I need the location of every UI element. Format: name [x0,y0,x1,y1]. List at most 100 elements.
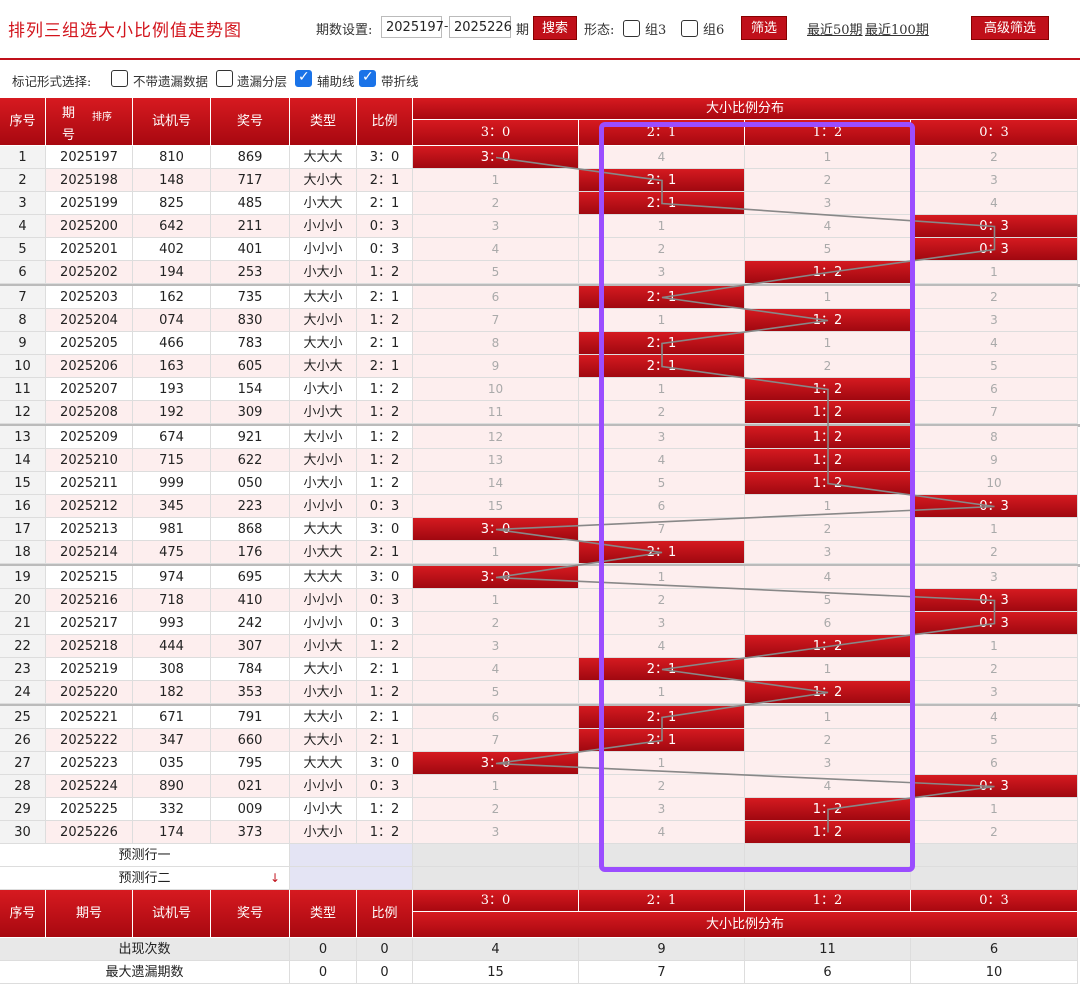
period-to-input[interactable]: 2025226 [449,16,512,38]
aux-line-checkbox[interactable] [295,69,312,87]
recent100-link[interactable]: 最近100期 [865,19,929,38]
miss-count-cell: 1 [911,518,1078,541]
footer-test: 试机号 [133,890,211,938]
row-period: 2025219 [46,658,133,681]
header-dist-title: 大小比例分布 [413,98,1078,120]
row-period: 2025220 [46,681,133,704]
no-miss-checkbox[interactable] [111,70,128,87]
row-seq: 5 [0,238,46,261]
row-ratio: 2：1 [357,706,413,729]
row-test: 194 [133,261,211,284]
row-period: 2025205 [46,332,133,355]
row-seq: 14 [0,449,46,472]
row-type: 大大大 [290,566,357,589]
miss-count-cell: 1 [745,146,911,169]
stats-appear-value: 6 [911,938,1078,961]
miss-layer-checkbox[interactable] [216,70,233,87]
filter-button[interactable]: 筛选 [741,16,787,40]
header-period[interactable]: 期号 排序 [46,98,133,146]
predict-row-2-cell[interactable] [911,867,1078,890]
footer-dist-title: 大小比例分布 [413,912,1078,938]
miss-count-cell: 7 [413,309,579,332]
header-period-label-b: 号 [62,128,76,143]
row-period: 2025209 [46,426,133,449]
ratio-hit-cell: 2：1 [579,729,745,752]
predict-row-2-cell[interactable] [413,867,579,890]
predict-row-2-cell[interactable] [745,867,911,890]
ratio-hit-cell: 0：3 [911,612,1078,635]
row-ratio: 0：3 [357,589,413,612]
row-test: 974 [133,566,211,589]
row-type: 大小大 [290,169,357,192]
polyline-checkbox[interactable] [359,69,376,87]
row-ratio: 2：1 [357,658,413,681]
row-type: 小小小 [290,775,357,798]
miss-count-cell: 1 [745,286,911,309]
miss-count-cell: 4 [745,215,911,238]
row-ratio: 3：0 [357,146,413,169]
ratio-hit-cell: 1：2 [745,309,911,332]
group3-label: 组3 [645,23,667,38]
row-test: 674 [133,426,211,449]
miss-count-cell: 4 [413,238,579,261]
predict-row-1-cell[interactable] [413,844,579,867]
advanced-filter-button[interactable]: 高级筛选 [971,16,1049,40]
page-title: 排列三组选大小比例值走势图 [8,21,242,41]
recent50-link[interactable]: 最近50期 [807,19,863,38]
row-period: 2025208 [46,401,133,424]
row-ratio: 2：1 [357,169,413,192]
predict-row-1-cell[interactable] [911,844,1078,867]
aux-line-label: 辅助线 [317,74,355,89]
miss-count-cell: 2 [579,775,745,798]
row-type: 大大小 [290,729,357,752]
miss-count-cell: 3 [745,192,911,215]
miss-layer-label: 遗漏分层 [237,74,288,89]
row-test: 347 [133,729,211,752]
row-period: 2025211 [46,472,133,495]
miss-count-cell: 3 [579,798,745,821]
sort-icon[interactable]: 排序 [92,108,112,123]
ratio-hit-cell: 3：0 [413,752,579,775]
predict-row-1-cell[interactable] [745,844,911,867]
ratio-hit-cell: 1：2 [745,401,911,424]
miss-count-cell: 3 [579,426,745,449]
miss-count-cell: 2 [745,169,911,192]
row-period: 2025200 [46,215,133,238]
period-from-input[interactable]: 2025197 [381,16,444,38]
group3-checkbox[interactable] [623,20,640,37]
row-type: 大小大 [290,355,357,378]
predict-row-1-cell[interactable] [579,844,745,867]
miss-count-cell: 4 [579,146,745,169]
miss-count-cell: 3 [579,612,745,635]
miss-count-cell: 1 [579,566,745,589]
predict-row-2-input[interactable] [290,867,413,890]
miss-count-cell: 1 [413,775,579,798]
miss-count-cell: 8 [911,426,1078,449]
search-button[interactable]: 搜索 [533,16,577,40]
row-test: 642 [133,215,211,238]
miss-count-cell: 1 [413,589,579,612]
row-test: 715 [133,449,211,472]
row-prize: 868 [211,518,290,541]
row-seq: 30 [0,821,46,844]
predict-row-1-input[interactable] [290,844,413,867]
miss-count-cell: 1 [413,169,579,192]
row-seq: 1 [0,146,46,169]
row-prize: 791 [211,706,290,729]
miss-count-cell: 6 [911,752,1078,775]
row-period: 2025225 [46,798,133,821]
predict-row-2-cell[interactable] [579,867,745,890]
row-ratio: 1：2 [357,449,413,472]
row-period: 2025221 [46,706,133,729]
miss-count-cell: 6 [413,706,579,729]
footer-ratio: 比例 [357,890,413,938]
row-type: 大大大 [290,752,357,775]
row-prize: 401 [211,238,290,261]
predict-row-2-label: 预测行二 ↓ [0,867,290,890]
miss-count-cell: 2 [579,589,745,612]
row-seq: 28 [0,775,46,798]
ratio-hit-cell: 1：2 [745,821,911,844]
row-period: 2025199 [46,192,133,215]
footer-seq: 序号 [0,890,46,938]
group6-checkbox[interactable] [681,20,698,37]
